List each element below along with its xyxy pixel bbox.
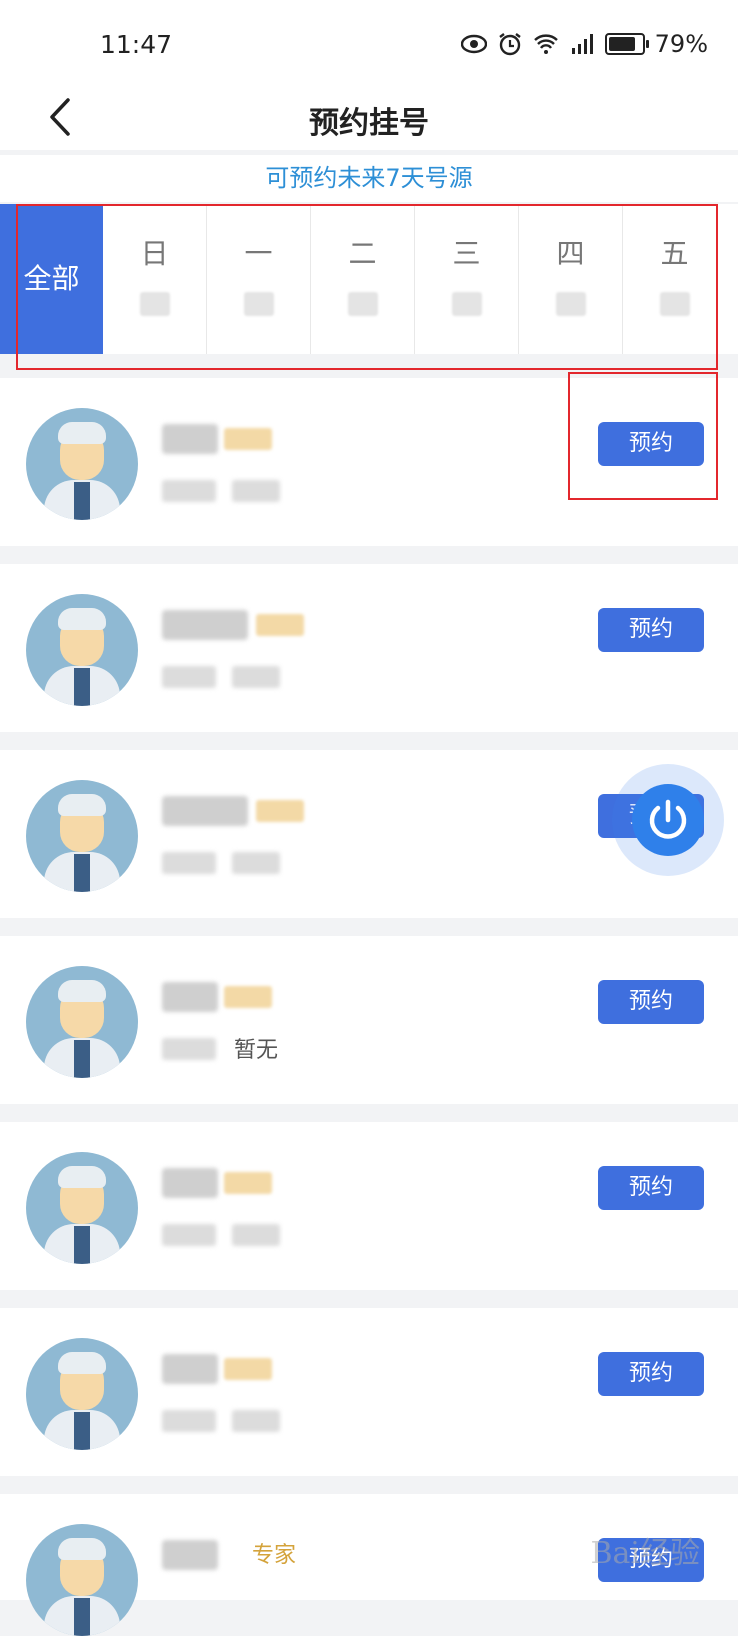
availability-notice: 可预约未来7天号源: [0, 155, 738, 202]
doctor-info-blurred: [232, 852, 280, 874]
doctor-info-blurred: [232, 480, 280, 502]
wifi-icon: [533, 34, 558, 54]
doctor-schedule-text: 暂无: [234, 1038, 279, 1063]
weekday-label: 三: [452, 237, 481, 270]
doctor-card[interactable]: 预约: [0, 378, 738, 546]
status-bar: 11:47 79%: [0, 0, 738, 88]
doctor-title-blurred: [256, 800, 304, 822]
doctor-card[interactable]: 暂无 预约: [0, 936, 738, 1104]
doctor-title-blurred: [224, 428, 272, 450]
weekday-label: 五: [660, 237, 689, 270]
alarm-icon: [498, 33, 521, 56]
watermark: Bai经验: [590, 1536, 700, 1571]
doctor-avatar: [26, 780, 138, 892]
doctor-card[interactable]: 预约: [0, 1122, 738, 1290]
doctor-title-blurred: [256, 614, 304, 636]
date-blurred: [659, 292, 690, 316]
day-selector: 全部 日 一 二 三 四 五: [0, 204, 738, 354]
doctor-dept-blurred: [162, 852, 216, 874]
book-button[interactable]: 预约: [598, 1166, 704, 1210]
doctor-avatar: [26, 966, 138, 1078]
weekday-label: 二: [348, 237, 377, 270]
weekday-label: 四: [556, 237, 585, 270]
doctor-card[interactable]: 预约: [0, 564, 738, 732]
book-button[interactable]: 预约: [598, 608, 704, 652]
doctor-avatar: [26, 408, 138, 520]
battery-icon: [604, 33, 649, 55]
page-title: 预约挂号: [309, 106, 429, 141]
doctor-dept-blurred: [162, 666, 216, 688]
doctor-name-blurred: [162, 1168, 218, 1198]
date-blurred: [139, 292, 170, 316]
tab-all[interactable]: 全部: [0, 204, 103, 354]
doctor-info-blurred: [232, 666, 280, 688]
date-blurred: [451, 292, 482, 316]
doctor-name-blurred: [162, 796, 248, 826]
doctor-dept-blurred: [162, 480, 216, 502]
doctor-avatar: [26, 1152, 138, 1264]
date-blurred: [347, 292, 378, 316]
book-button[interactable]: 预约: [598, 1352, 704, 1396]
weekday-label: 日: [140, 237, 169, 270]
date-blurred: [243, 292, 274, 316]
tab-day-tue[interactable]: 二: [311, 204, 415, 354]
book-button[interactable]: 预约: [598, 980, 704, 1024]
tab-all-label: 全部: [23, 262, 80, 295]
battery-percent: 79%: [654, 30, 708, 58]
doctor-title-blurred: [224, 1172, 272, 1194]
tab-day-mon[interactable]: 一: [207, 204, 311, 354]
doctor-info-blurred: [232, 1410, 280, 1432]
tab-day-sun[interactable]: 日: [103, 204, 207, 354]
doctor-dept-blurred: [162, 1410, 216, 1432]
doctor-title-blurred: [224, 986, 272, 1008]
eye-icon: [460, 34, 487, 54]
tab-day-thu[interactable]: 四: [519, 204, 623, 354]
doctor-name-blurred: [162, 610, 248, 640]
power-icon: [649, 799, 687, 839]
doctor-dept-blurred: [162, 1038, 216, 1060]
tab-day-fri[interactable]: 五: [623, 204, 726, 354]
status-icons: 79%: [460, 30, 708, 58]
date-blurred: [555, 292, 586, 316]
doctor-name-blurred: [162, 1540, 218, 1570]
doctor-title-text: 专家: [252, 1543, 297, 1568]
doctor-avatar: [26, 1524, 138, 1636]
doctor-name-blurred: [162, 424, 218, 454]
doctor-avatar: [26, 594, 138, 706]
doctor-dept-blurred: [162, 1224, 216, 1246]
doctor-title-blurred: [224, 1358, 272, 1380]
status-time: 11:47: [100, 30, 173, 59]
signal-icon: [571, 34, 593, 54]
book-button[interactable]: 预约: [598, 422, 704, 466]
floating-power-button[interactable]: [632, 784, 704, 856]
tab-day-wed[interactable]: 三: [415, 204, 519, 354]
nav-header: 预约挂号: [0, 88, 738, 150]
weekday-label: 一: [244, 237, 273, 270]
doctor-card[interactable]: 预约: [0, 1308, 738, 1476]
doctor-name-blurred: [162, 982, 218, 1012]
doctor-info-blurred: [232, 1224, 280, 1246]
doctor-name-blurred: [162, 1354, 218, 1384]
doctor-avatar: [26, 1338, 138, 1450]
